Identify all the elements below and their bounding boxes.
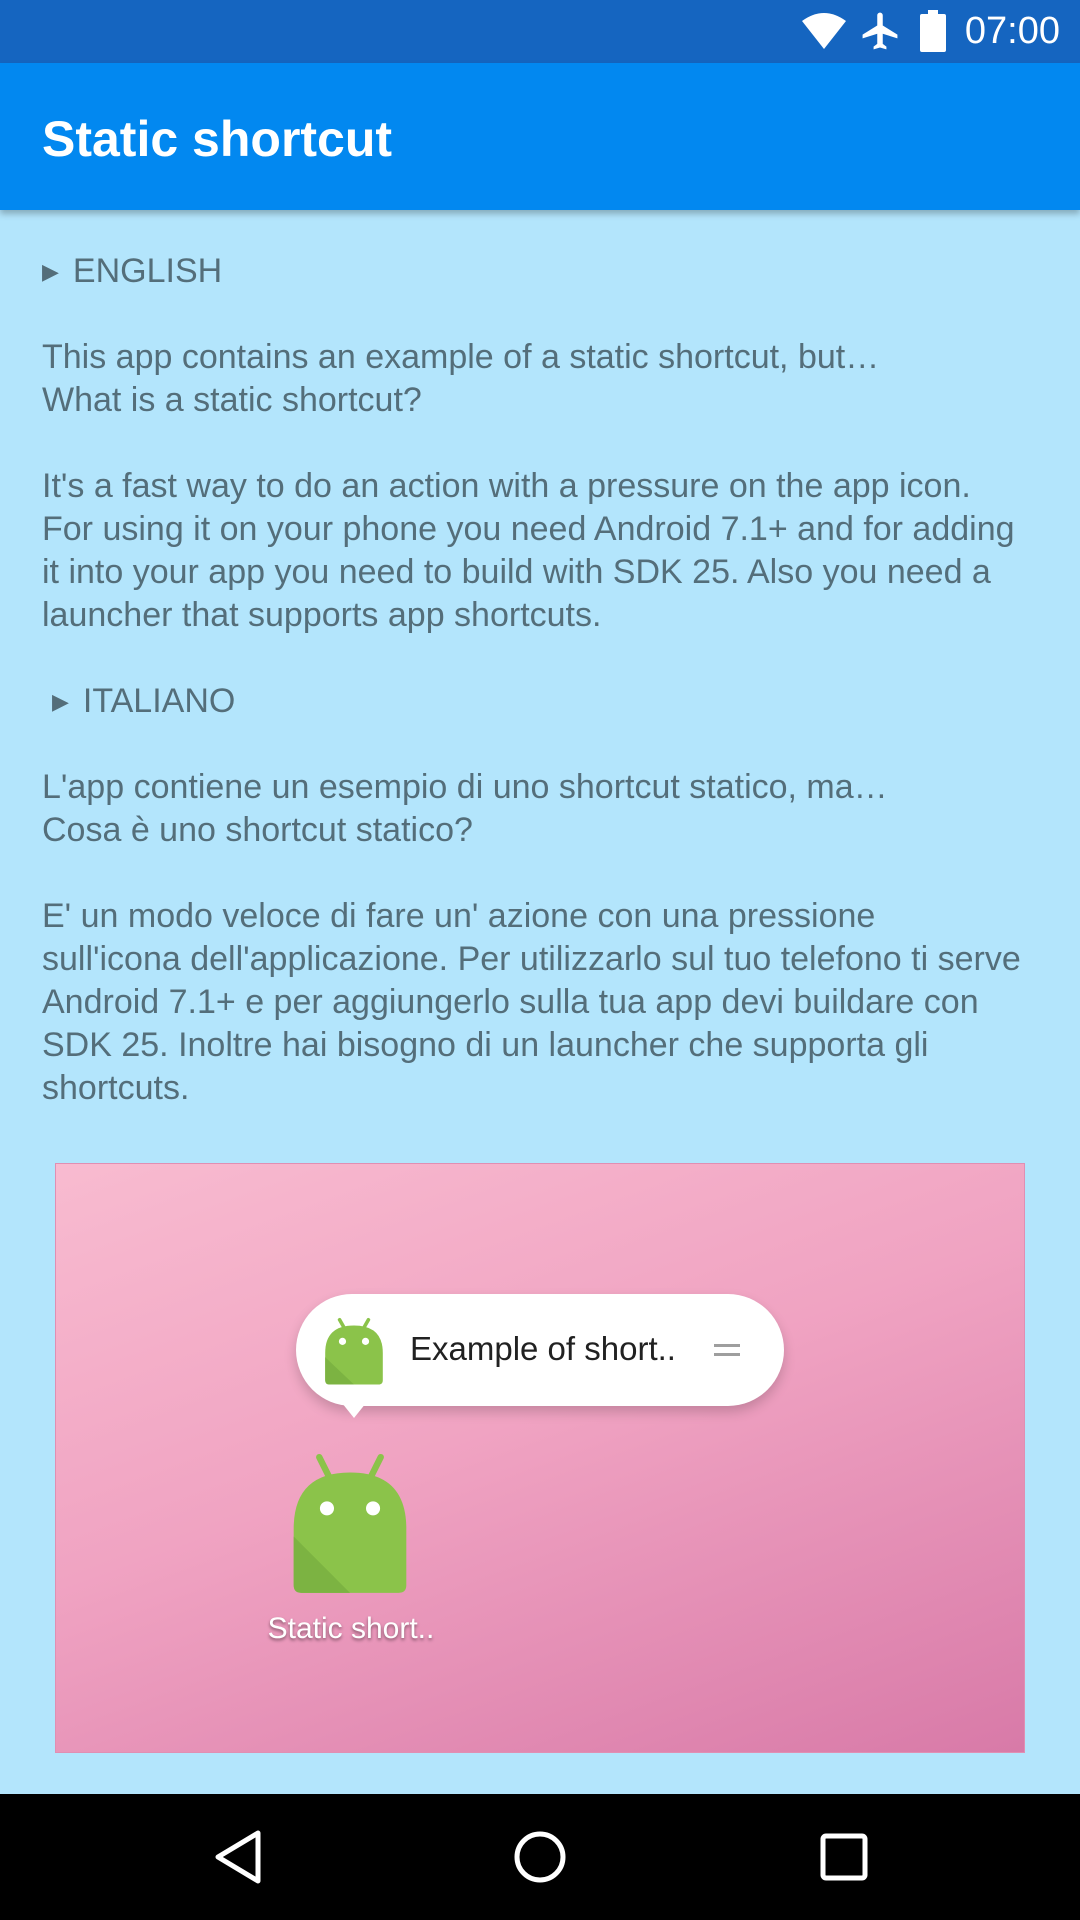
expand-arrow-icon: ▶ <box>52 689 69 714</box>
back-icon[interactable] <box>212 1829 264 1885</box>
app-bar: Static shortcut <box>0 63 1080 210</box>
popup-pointer <box>338 1398 370 1418</box>
android-app-icon <box>293 1453 407 1593</box>
wifi-icon <box>802 13 846 49</box>
status-bar: 07:00 <box>0 0 1080 63</box>
expand-arrow-icon: ▶ <box>42 259 59 284</box>
english-description: It's a fast way to do an action with a p… <box>42 467 1015 634</box>
section-title: ENGLISH <box>72 252 223 290</box>
shortcut-label: Example of short.. <box>410 1330 676 1367</box>
content-area: ▶ ENGLISH This app contains an example o… <box>42 250 1022 1110</box>
airplane-icon <box>862 12 898 50</box>
page-title: Static shortcut <box>42 111 393 167</box>
english-section-header[interactable]: ▶ ENGLISH <box>42 250 1022 293</box>
app-icon-label: Static short.. <box>267 1612 435 1645</box>
battery-icon <box>920 10 946 52</box>
english-intro-line1: This app contains an example of a static… <box>42 338 880 376</box>
italian-description: E' un modo veloce di fare un' azione con… <box>42 897 1021 1107</box>
italian-intro-line2: Cosa è uno shortcut statico? <box>42 811 473 849</box>
clock-time: 07:00 <box>964 10 1060 52</box>
shortcut-popup: Example of short.. <box>296 1294 784 1406</box>
english-intro-line2: What is a static shortcut? <box>42 381 422 419</box>
italian-intro-line1: L'app contiene un esempio di uno shortcu… <box>42 768 888 806</box>
shortcut-illustration: Example of short.. Static short.. <box>55 1163 1025 1753</box>
nav-bar <box>0 1794 1080 1920</box>
recents-icon[interactable] <box>820 1833 868 1881</box>
drag-handle-icon <box>714 1344 740 1362</box>
italian-section-header[interactable]: ▶ ITALIANO <box>42 680 1022 723</box>
android-app-icon <box>325 1317 383 1385</box>
section-title: ITALIANO <box>82 682 236 720</box>
home-icon[interactable] <box>512 1829 568 1885</box>
